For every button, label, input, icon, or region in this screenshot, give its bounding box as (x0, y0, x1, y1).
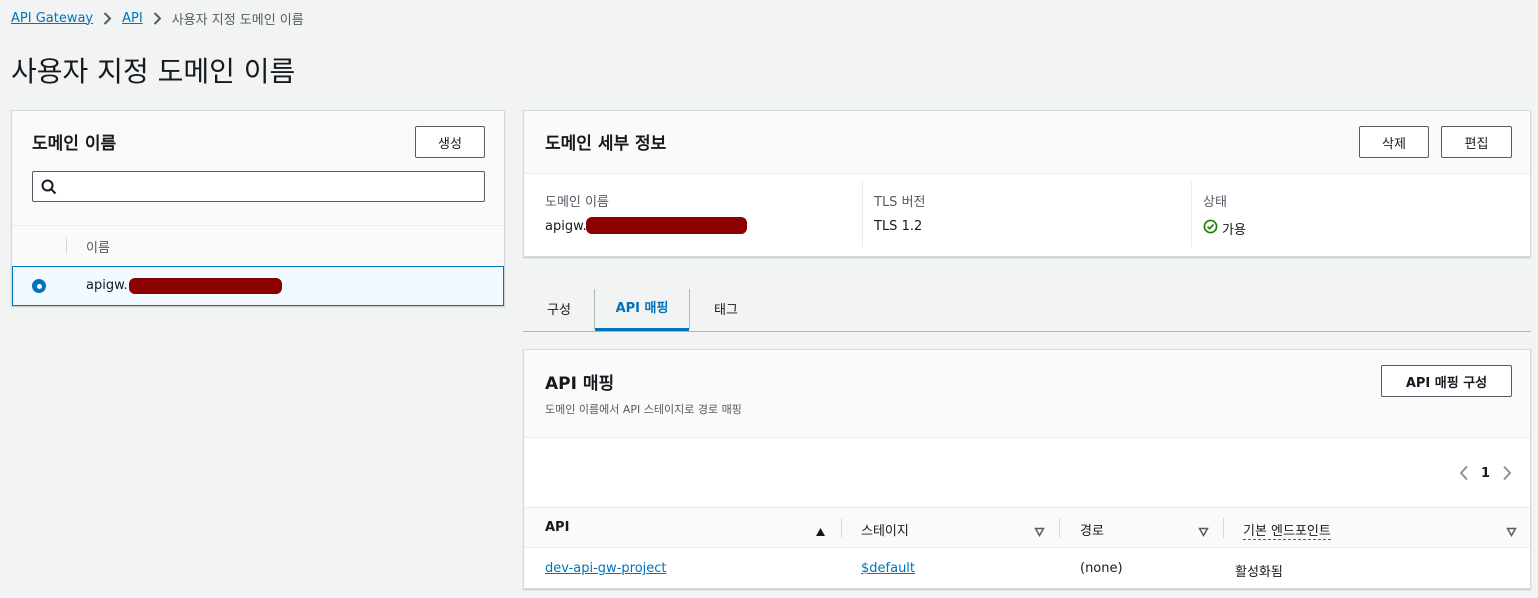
column-divider (1223, 518, 1224, 538)
status-value: 가용 (1222, 223, 1246, 238)
radio-button[interactable] (32, 279, 46, 293)
redaction-mark (129, 278, 282, 294)
configure-api-mappings-button[interactable]: API 매핑 구성 (1381, 365, 1512, 397)
api-mappings-panel: API 매핑 도메인 이름에서 API 스테이지로 경로 매핑 API 매핑 구… (523, 349, 1531, 589)
api-mappings-header: API 매핑 도메인 이름에서 API 스테이지로 경로 매핑 API 매핑 구… (524, 350, 1530, 438)
tls-version-value: TLS 1.2 (874, 219, 923, 234)
tls-version-field: TLS 버전 TLS 1.2 (874, 191, 926, 234)
sort-icon[interactable] (1198, 522, 1209, 541)
page-number[interactable]: 1 (1481, 466, 1490, 481)
chevron-right-icon (153, 11, 162, 25)
default-endpoint-cell: 활성화됨 (1235, 565, 1283, 580)
api-mappings-description: 도메인 이름에서 API 스테이지로 경로 매핑 (545, 403, 742, 416)
page-title: 사용자 지정 도메인 이름 (11, 55, 296, 88)
chevron-left-icon[interactable] (1459, 465, 1469, 481)
domain-details-panel: 도메인 세부 정보 삭제 편집 도메인 이름 apigw. TLS 버전 TLS… (523, 110, 1531, 257)
tab-bar: 구성 API 매핑 태그 (523, 285, 1531, 332)
redaction-mark (586, 217, 747, 234)
column-divider (841, 518, 842, 538)
table-row[interactable]: apigw. (12, 266, 504, 306)
domain-name-cell: apigw. (86, 278, 128, 293)
column-default-endpoint-header[interactable]: 기본 엔드포인트 (1243, 520, 1331, 540)
domain-details-title: 도메인 세부 정보 (545, 134, 667, 154)
breadcrumb-api[interactable]: API (122, 11, 143, 26)
status-indicator: 가용 (1203, 219, 1246, 238)
path-cell: (none) (1080, 561, 1123, 576)
domain-names-header: 도메인 이름 생성 (12, 111, 504, 226)
breadcrumb-api-gateway[interactable]: API Gateway (11, 11, 93, 26)
sort-ascending-icon[interactable] (815, 522, 826, 541)
tab-api-mappings[interactable]: API 매핑 (595, 285, 689, 331)
column-name-header: 이름 (86, 241, 110, 256)
sort-icon[interactable] (1034, 522, 1045, 541)
column-divider (862, 181, 863, 247)
status-label: 상태 (1203, 195, 1227, 210)
chevron-right-icon (103, 11, 112, 25)
api-mappings-title: API 매핑 (545, 374, 615, 394)
chevron-right-icon[interactable] (1502, 465, 1512, 481)
column-path-header[interactable]: 경로 (1080, 520, 1104, 539)
column-divider (1191, 181, 1192, 247)
search-icon (41, 179, 57, 199)
tls-version-label: TLS 버전 (874, 195, 926, 210)
stage-link[interactable]: $default (861, 561, 915, 576)
delete-button[interactable]: 삭제 (1359, 126, 1429, 158)
api-link[interactable]: dev-api-gw-project (545, 561, 667, 576)
check-circle-icon (1203, 219, 1218, 238)
table-header: 이름 (12, 226, 504, 266)
create-button[interactable]: 생성 (415, 126, 485, 158)
status-field: 상태 가용 (1203, 191, 1246, 238)
breadcrumb-current: 사용자 지정 도메인 이름 (171, 12, 304, 28)
table-header: API 스테이지 경로 기본 엔드포인트 (524, 507, 1530, 548)
column-divider (1059, 518, 1060, 538)
tab-tags[interactable]: 태그 (690, 285, 762, 331)
tab-configuration[interactable]: 구성 (523, 285, 595, 331)
domain-details-header: 도메인 세부 정보 삭제 편집 (524, 111, 1530, 174)
edit-button[interactable]: 편집 (1441, 126, 1512, 158)
column-api-header[interactable]: API (545, 520, 569, 535)
sort-icon[interactable] (1506, 522, 1517, 541)
domain-names-panel: 도메인 이름 생성 이름 apigw. (11, 110, 505, 306)
domain-names-title: 도메인 이름 (32, 134, 117, 154)
breadcrumb: API Gateway API 사용자 지정 도메인 이름 (11, 9, 304, 28)
search-input[interactable] (32, 171, 485, 202)
pagination: 1 (1459, 465, 1512, 481)
column-divider (66, 238, 67, 254)
domain-name-label: 도메인 이름 (545, 195, 609, 210)
column-stage-header[interactable]: 스테이지 (861, 520, 909, 539)
